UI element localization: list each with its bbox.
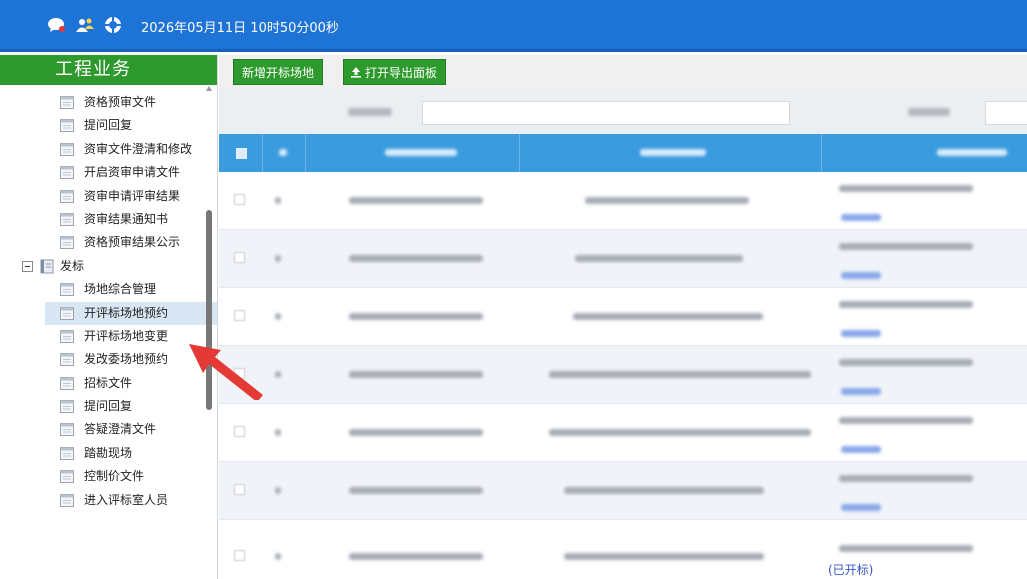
row-checkbox[interactable] bbox=[234, 310, 245, 321]
sidebar-item[interactable]: 资审结果通知书 bbox=[0, 208, 217, 231]
sidebar-item[interactable]: 答疑澄清文件 bbox=[0, 418, 217, 441]
sidebar-item[interactable]: 场地综合管理 bbox=[0, 278, 217, 301]
document-icon bbox=[60, 189, 74, 203]
sidebar-item[interactable]: 开评标场地预约 bbox=[45, 301, 217, 325]
chat-icon[interactable] bbox=[48, 16, 66, 34]
select-all-checkbox[interactable] bbox=[236, 148, 247, 159]
column-header-blurred[interactable] bbox=[937, 149, 1007, 156]
sidebar-title: 工程业务 bbox=[0, 55, 217, 85]
document-icon bbox=[60, 446, 74, 460]
document-icon bbox=[60, 166, 74, 180]
table-row[interactable] bbox=[219, 172, 1027, 230]
sidebar-item-label: 开评标场地预约 bbox=[84, 305, 169, 320]
search-input-1[interactable] bbox=[422, 101, 790, 125]
export-panel-button[interactable]: 打开导出面板 bbox=[343, 59, 447, 87]
top-icons bbox=[48, 16, 122, 34]
help-icon[interactable] bbox=[104, 16, 122, 34]
folder-book-icon bbox=[40, 259, 54, 274]
sidebar-group-fabiao[interactable]: 发标 bbox=[0, 255, 217, 278]
red-arrow-annotation-icon bbox=[189, 344, 263, 400]
sidebar-item-label: 进入评标室人员 bbox=[84, 492, 169, 507]
sidebar-item-label: 招标文件 bbox=[84, 375, 133, 390]
document-icon bbox=[60, 470, 74, 484]
column-header-blurred bbox=[279, 149, 287, 156]
sidebar: 工程业务 资格预审文件 提问回复 资审文件澄清和修改 开启资审申请文件 资审申请评审结果… bbox=[0, 55, 218, 579]
document-icon bbox=[60, 493, 74, 507]
document-icon bbox=[60, 96, 74, 109]
sidebar-item-label: 资审申请评审结果 bbox=[84, 188, 181, 203]
search-bar bbox=[219, 89, 1027, 134]
search-input-2[interactable] bbox=[985, 101, 1027, 125]
document-icon bbox=[60, 329, 74, 343]
sidebar-item-label: 资格预审文件 bbox=[84, 95, 157, 109]
sidebar-item[interactable]: 踏勘现场 bbox=[0, 442, 217, 465]
toolbar: 新增开标场地 打开导出面板 bbox=[219, 55, 1027, 89]
export-panel-label: 打开导出面板 bbox=[365, 66, 438, 80]
sidebar-item[interactable]: 进入评标室人员 bbox=[0, 489, 217, 512]
document-icon bbox=[60, 423, 74, 437]
document-icon bbox=[60, 142, 74, 156]
sidebar-item-label: 提问回复 bbox=[84, 118, 133, 133]
sidebar-scrollbar[interactable] bbox=[204, 82, 214, 579]
sidebar-item-label: 开启资审申请文件 bbox=[84, 165, 181, 180]
table-row[interactable]: (已开标) bbox=[219, 520, 1027, 579]
table-row[interactable] bbox=[219, 346, 1027, 404]
document-icon bbox=[60, 236, 74, 250]
column-header-blurred[interactable] bbox=[385, 149, 457, 156]
document-icon bbox=[60, 283, 74, 297]
sidebar-item[interactable]: 资格预审文件 bbox=[0, 91, 217, 114]
row-checkbox[interactable] bbox=[234, 194, 245, 205]
column-header-blurred[interactable] bbox=[640, 149, 706, 156]
sidebar-item[interactable]: 开启资审申请文件 bbox=[0, 161, 217, 184]
table-body: (已开标) bbox=[219, 172, 1027, 579]
document-icon bbox=[60, 212, 74, 226]
sidebar-item[interactable]: 提问回复 bbox=[0, 114, 217, 137]
scroll-up-arrow-icon[interactable] bbox=[206, 86, 212, 91]
sidebar-item-label: 提问回复 bbox=[84, 399, 133, 414]
add-venue-button[interactable]: 新增开标场地 bbox=[233, 59, 324, 85]
sidebar-group-label: 发标 bbox=[60, 258, 85, 273]
document-icon bbox=[60, 119, 74, 133]
top-bar: 2026年05月11日 10时50分00秒 bbox=[0, 0, 1027, 52]
table-row[interactable] bbox=[219, 462, 1027, 520]
sidebar-item-label: 发改委场地预约 bbox=[84, 352, 169, 367]
add-venue-label: 新增开标场地 bbox=[242, 66, 315, 80]
sidebar-item-label: 资审结果通知书 bbox=[84, 211, 169, 226]
document-icon bbox=[60, 353, 74, 367]
collapse-icon[interactable] bbox=[22, 260, 33, 272]
sidebar-item-label: 资格预审结果公示 bbox=[84, 235, 181, 250]
sidebar-item[interactable]: 资审文件澄清和修改 bbox=[0, 138, 217, 161]
table-row[interactable] bbox=[219, 230, 1027, 288]
document-icon bbox=[60, 306, 74, 320]
sidebar-item-label: 场地综合管理 bbox=[84, 282, 157, 297]
search-label-blurred bbox=[348, 108, 392, 116]
sidebar-item-label: 答疑澄清文件 bbox=[84, 422, 157, 437]
document-icon bbox=[60, 376, 74, 390]
sidebar-item-label: 控制价文件 bbox=[84, 469, 145, 484]
row-checkbox[interactable] bbox=[234, 484, 245, 495]
row-checkbox[interactable] bbox=[234, 426, 245, 437]
datetime-label: 2026年05月11日 10时50分00秒 bbox=[141, 21, 339, 36]
upload-icon bbox=[350, 61, 362, 87]
row-checkbox[interactable] bbox=[234, 550, 245, 561]
table-row[interactable] bbox=[219, 404, 1027, 462]
sidebar-tree: 资格预审文件 提问回复 资审文件澄清和修改 开启资审申请文件 资审申请评审结果 资审结果通… bbox=[0, 85, 217, 512]
table-row[interactable] bbox=[219, 288, 1027, 346]
sidebar-item[interactable]: 控制价文件 bbox=[0, 465, 217, 488]
sidebar-item-label: 资审文件澄清和修改 bbox=[84, 141, 193, 156]
table-header bbox=[219, 134, 1027, 172]
row-checkbox[interactable] bbox=[234, 252, 245, 263]
search-label-blurred bbox=[908, 108, 950, 116]
sidebar-item[interactable]: 资格预审结果公示 bbox=[0, 231, 217, 254]
document-icon bbox=[60, 400, 74, 414]
status-opened-link[interactable]: (已开标) bbox=[828, 561, 873, 578]
users-icon[interactable] bbox=[76, 16, 94, 34]
sidebar-item[interactable]: 资审申请评审结果 bbox=[0, 185, 217, 208]
sidebar-item-label: 开评标场地变更 bbox=[84, 328, 169, 343]
sidebar-item-label: 踏勘现场 bbox=[84, 445, 133, 460]
